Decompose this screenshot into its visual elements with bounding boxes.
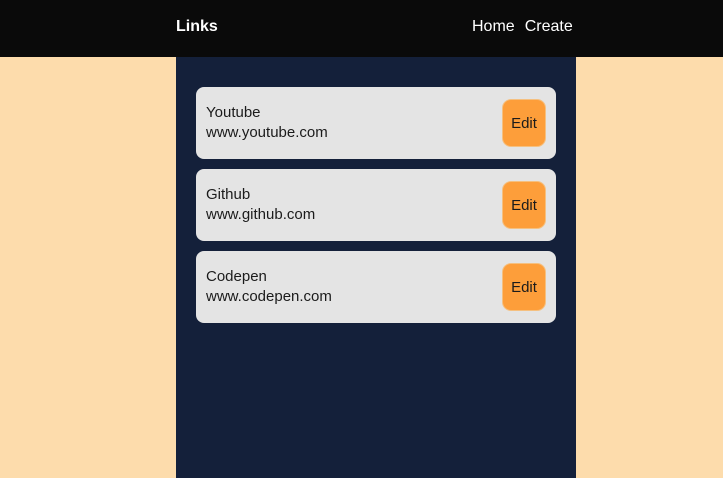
link-card-youtube: Youtube www.youtube.com Edit bbox=[196, 87, 556, 159]
nav-create-link[interactable]: Create bbox=[525, 18, 573, 36]
link-card-codepen: Codepen www.codepen.com Edit bbox=[196, 251, 556, 323]
edit-button[interactable]: Edit bbox=[502, 263, 546, 311]
link-url: www.youtube.com bbox=[206, 124, 328, 141]
link-url: www.github.com bbox=[206, 206, 316, 223]
link-title: Codepen bbox=[206, 268, 267, 285]
edit-button[interactable]: Edit bbox=[502, 181, 546, 229]
nav-home-link[interactable]: Home bbox=[472, 18, 515, 36]
brand-link[interactable]: Links bbox=[176, 18, 218, 36]
link-url: www.codepen.com bbox=[206, 288, 332, 305]
link-info: Youtube www.youtube.com bbox=[206, 103, 328, 143]
link-info: Codepen www.codepen.com bbox=[206, 267, 332, 307]
link-card-github: Github www.github.com Edit bbox=[196, 169, 556, 241]
nav-menu: Home Create bbox=[472, 18, 573, 36]
main-panel: Youtube www.youtube.com Edit Github www.… bbox=[176, 57, 576, 478]
link-title: Youtube bbox=[206, 104, 261, 121]
navbar: Links Home Create bbox=[0, 0, 723, 57]
edit-button[interactable]: Edit bbox=[502, 99, 546, 147]
link-list: Youtube www.youtube.com Edit Github www.… bbox=[196, 87, 556, 333]
link-info: Github www.github.com bbox=[206, 185, 315, 225]
link-title: Github bbox=[206, 186, 251, 203]
